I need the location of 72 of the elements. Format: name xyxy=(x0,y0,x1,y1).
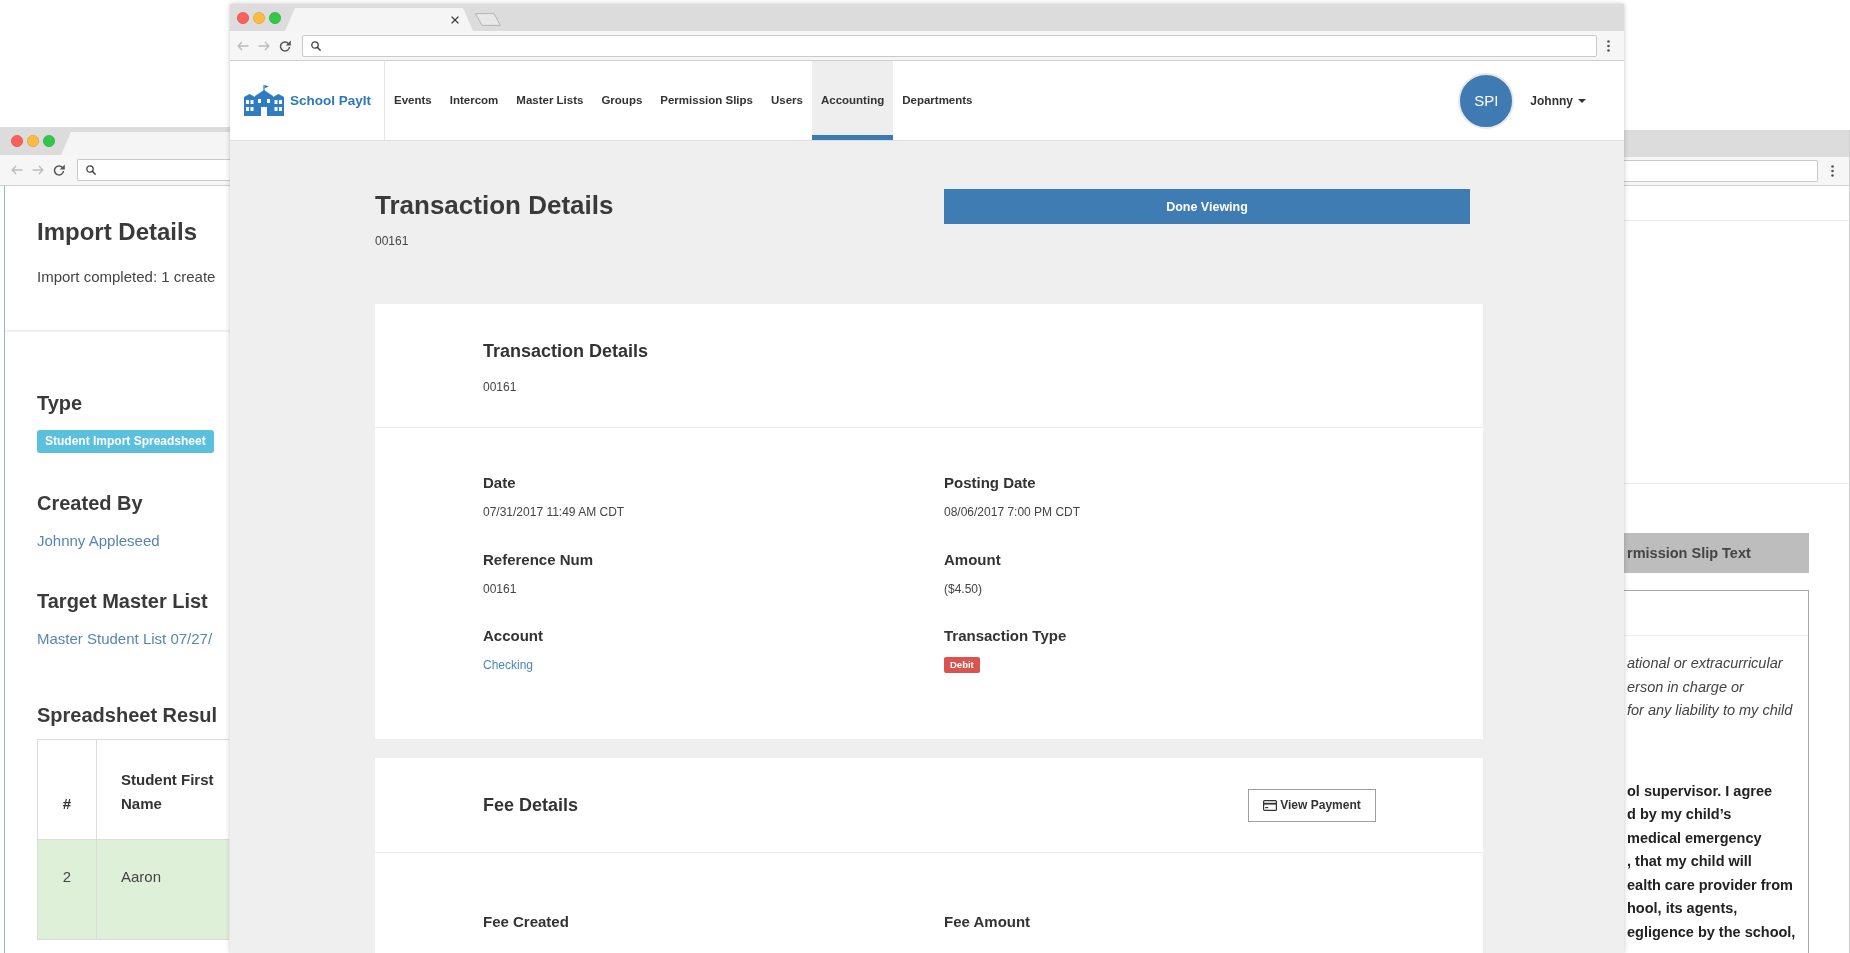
nav-tab[interactable]: Groups xyxy=(592,61,652,140)
address-field[interactable] xyxy=(302,34,1597,57)
field-value: 00161 xyxy=(483,580,518,597)
table-cell: 2 xyxy=(37,839,97,940)
brand-name[interactable]: School PayIt xyxy=(290,93,372,108)
maximize-window-icon[interactable] xyxy=(269,11,281,24)
search-icon xyxy=(311,40,321,51)
nav-tab[interactable]: Permission Slips xyxy=(651,61,762,140)
field-label: Account xyxy=(483,627,544,645)
user-menu-button[interactable]: Johnny xyxy=(1530,93,1586,108)
caret-icon xyxy=(1578,98,1586,103)
type-badge: Student Import Spreadsheet xyxy=(37,430,214,453)
nav-tab[interactable]: Departments xyxy=(893,61,982,140)
credit-card-icon xyxy=(1263,799,1278,811)
nav-tab[interactable]: Accounting xyxy=(811,61,894,140)
section-header: rmission Slip Text xyxy=(1624,533,1809,573)
page-subtitle: 00161 xyxy=(375,233,410,249)
import-summary: Import completed: 1 create xyxy=(37,267,217,287)
page-title: Import Details xyxy=(37,218,199,246)
field-label: Posting Date xyxy=(944,474,1037,492)
close-icon[interactable] xyxy=(451,15,459,24)
school-building-icon[interactable] xyxy=(244,85,284,116)
field-value: ($4.50) xyxy=(944,580,984,597)
nav-tab[interactable]: Master Lists xyxy=(507,61,593,140)
column-header: Student First Name xyxy=(96,739,229,840)
reload-icon[interactable] xyxy=(53,164,65,176)
field-label: Date xyxy=(483,474,517,492)
back-arrow-icon[interactable] xyxy=(11,165,23,175)
nav-tab[interactable]: Intercom xyxy=(440,61,508,140)
user-avatar[interactable]: SPI xyxy=(1458,72,1515,129)
nav-tab[interactable]: Events xyxy=(385,61,441,140)
field-label: Fee Amount xyxy=(944,913,1032,931)
field-label: Amount xyxy=(944,550,1002,569)
back-arrow-icon[interactable] xyxy=(237,40,249,51)
more-menu-icon[interactable] xyxy=(1831,165,1834,177)
view-payment-button[interactable]: View Payment xyxy=(1248,788,1376,822)
type-badge: Debit xyxy=(944,657,980,673)
done-viewing-button[interactable]: Done Viewing xyxy=(944,189,1470,224)
minimize-window-icon[interactable] xyxy=(27,135,39,147)
card-title: Fee Details xyxy=(483,794,579,816)
search-icon xyxy=(86,165,96,175)
field-label: Fee Created xyxy=(483,913,570,931)
field-label: Transaction Type xyxy=(944,627,1068,645)
nav-tab[interactable]: Users xyxy=(762,61,812,140)
forward-arrow-icon[interactable] xyxy=(258,40,270,51)
field-value: 07/31/2017 11:49 AM CDT xyxy=(483,504,626,520)
reload-icon[interactable] xyxy=(279,39,291,52)
forward-arrow-icon[interactable] xyxy=(32,165,44,175)
slip-paragraph: ational or extracurricular erson in charge or for any liability to my child xyxy=(1626,654,1794,720)
column-header: # xyxy=(37,739,97,840)
minimize-window-icon[interactable] xyxy=(253,11,265,24)
address-field[interactable] xyxy=(1624,160,1818,182)
value-link[interactable]: Master Student List 07/27/ xyxy=(37,630,213,647)
section-heading: Target Master List xyxy=(37,589,209,613)
close-window-icon[interactable] xyxy=(237,11,249,24)
section-heading: Spreadsheet Resul xyxy=(37,703,219,727)
card-title: Transaction Details xyxy=(483,340,650,362)
section-heading: Created By xyxy=(37,491,144,515)
new-tab-icon[interactable] xyxy=(475,13,501,26)
table-cell: Aaron xyxy=(96,839,229,940)
field-label: Reference Num xyxy=(483,550,595,569)
field-value: 08/06/2017 7:00 PM CDT xyxy=(944,504,1082,520)
page-title: Transaction Details xyxy=(375,189,614,221)
address-field[interactable] xyxy=(77,159,230,181)
section-heading: Type xyxy=(37,391,84,415)
maximize-window-icon[interactable] xyxy=(43,135,55,147)
close-window-icon[interactable] xyxy=(11,135,23,147)
slip-paragraph: ol supervisor. I agree d by my child’s medical emergency , that my child will ealth care provider from hool, its agents, egligence by the school, xyxy=(1626,781,1797,942)
value-link[interactable]: Checking xyxy=(483,658,534,672)
card-subtitle: 00161 xyxy=(483,379,518,395)
value-link[interactable]: Johnny Appleseed xyxy=(37,532,160,549)
more-menu-icon[interactable] xyxy=(1607,39,1610,52)
